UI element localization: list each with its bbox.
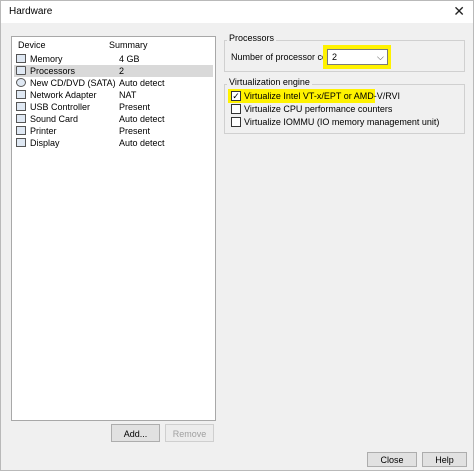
processor-cores-value: 2 [332, 52, 338, 62]
cd-dvd-icon [16, 78, 26, 87]
chevron-down-icon: ⌵ [377, 52, 384, 62]
usb-icon [16, 102, 26, 111]
processors-group-title: Processors [227, 33, 277, 43]
device-name: Display [30, 138, 60, 148]
hardware-dialog: Hardware ✕ Device Summary Memory 4 GB Pr… [0, 0, 474, 471]
sound-icon [16, 114, 26, 123]
device-row-cd-dvd[interactable]: New CD/DVD (SATA) Auto detect [14, 77, 213, 89]
network-icon [16, 90, 26, 99]
display-icon [16, 138, 26, 147]
device-name: New CD/DVD (SATA) [30, 78, 116, 88]
device-row-printer[interactable]: Printer Present [14, 125, 213, 137]
device-summary: Auto detect [119, 114, 165, 124]
device-summary: Present [119, 126, 151, 136]
remove-button[interactable]: Remove [165, 424, 214, 442]
memory-icon [16, 54, 26, 63]
window-title: Hardware [9, 6, 53, 17]
device-list-header: Device Summary [12, 37, 215, 53]
device-summary: 4 GB [119, 54, 140, 64]
device-name: Processors [30, 66, 76, 76]
device-list: Device Summary Memory 4 GB Processors 2 … [11, 36, 216, 421]
processor-cores-select[interactable]: 2 ⌵ [327, 49, 388, 65]
virtualization-group-title: Virtualization engine [227, 77, 312, 87]
device-row-sound[interactable]: Sound Card Auto detect [14, 113, 213, 125]
virtualize-perf-counters-checkbox[interactable] [231, 104, 241, 114]
summary-column-header[interactable]: Summary [109, 40, 148, 50]
close-button[interactable]: Close [367, 452, 417, 467]
help-button[interactable]: Help [422, 452, 467, 467]
add-button[interactable]: Add... [111, 424, 160, 442]
device-row-processors[interactable]: Processors 2 [14, 65, 213, 77]
device-summary: NAT [119, 90, 137, 100]
device-name: Sound Card [30, 114, 79, 124]
virtualize-vtx-label: Virtualize Intel VT-x/EPT or AMD-V/RVI [244, 91, 401, 101]
virtualize-iommu-label: Virtualize IOMMU (IO memory management u… [244, 117, 440, 127]
processor-icon [16, 66, 26, 75]
close-icon[interactable]: ✕ [453, 3, 465, 20]
device-column-header[interactable]: Device [18, 40, 46, 50]
device-summary: 2 [119, 66, 125, 76]
virtualize-perf-counters-label: Virtualize CPU performance counters [244, 104, 393, 114]
virtualize-iommu-checkbox[interactable] [231, 117, 241, 127]
virtualize-vtx-checkbox[interactable]: ✓ [231, 91, 241, 101]
device-name: USB Controller [30, 102, 91, 112]
title-bar: Hardware ✕ [1, 1, 473, 23]
device-summary: Present [119, 102, 151, 112]
device-name: Network Adapter [30, 90, 97, 100]
device-row-network[interactable]: Network Adapter NAT [14, 89, 213, 101]
device-row-usb[interactable]: USB Controller Present [14, 101, 213, 113]
device-summary: Auto detect [119, 78, 165, 88]
device-summary: Auto detect [119, 138, 165, 148]
device-name: Memory [30, 54, 63, 64]
device-row-memory[interactable]: Memory 4 GB [14, 53, 213, 65]
device-name: Printer [30, 126, 57, 136]
device-row-display[interactable]: Display Auto detect [14, 137, 213, 149]
printer-icon [16, 126, 26, 135]
